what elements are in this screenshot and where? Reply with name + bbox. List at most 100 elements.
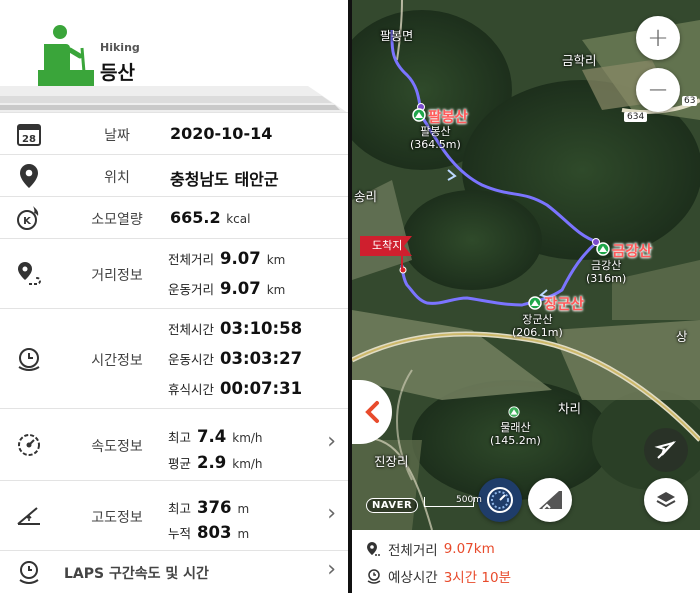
location-value: 충청남도 태안군 bbox=[170, 170, 279, 189]
janggun-name: 장군산 bbox=[522, 313, 553, 326]
route-eta-value: 3시간 10분 bbox=[443, 570, 512, 586]
layers-icon bbox=[656, 492, 676, 508]
location-row: 위치 충청남도 태안군 bbox=[0, 154, 348, 196]
route-distance: 전체거리 9.07km bbox=[366, 539, 495, 559]
mullae-height: (145.2m) bbox=[490, 433, 541, 447]
palbong-height: (364.5m) bbox=[410, 137, 461, 151]
satellite-map[interactable]: 도착지 팔봉산 금강산 장군산 팔봉면 금학리 송리 차리 진장리 상 팔봉산 … bbox=[352, 0, 700, 530]
calories-unit: kcal bbox=[226, 212, 251, 226]
time-total-label: 전체시간 bbox=[168, 322, 215, 337]
map-label-top: 팔봉면 bbox=[380, 29, 414, 43]
zoom-in-button[interactable]: + bbox=[636, 16, 680, 60]
distance-move-value: 9.07 bbox=[220, 279, 261, 298]
calories-row: K 소모열량 665.2 kcal bbox=[0, 196, 348, 238]
palbong-small-label: 팔봉산 (364.5m) bbox=[410, 125, 461, 151]
speed-avg-value: 2.9 bbox=[197, 453, 227, 472]
altitude-cum-label: 누적 bbox=[168, 526, 192, 541]
calories-value-group: 665.2 kcal bbox=[170, 208, 250, 227]
mullae-name: 물래산 bbox=[500, 421, 531, 434]
map-label-geumhak: 금학리 bbox=[562, 53, 597, 68]
laps-row[interactable]: LAPS 구간속도 및 시간 › bbox=[0, 550, 348, 593]
calorie-flame-icon: K bbox=[14, 203, 44, 233]
svg-text:K: K bbox=[23, 216, 32, 227]
distance-total-unit: km bbox=[266, 253, 286, 267]
chevron-left-icon bbox=[365, 401, 379, 423]
time-move-value: 03:03:27 bbox=[220, 349, 303, 368]
speed-gauge-button[interactable] bbox=[478, 478, 522, 522]
distance-move-unit: km bbox=[266, 283, 286, 297]
map-label-jinjang: 진장리 bbox=[374, 454, 409, 469]
altitude-cum-value: 803 bbox=[197, 523, 232, 542]
peak-label-palbong: 팔봉산 bbox=[428, 110, 469, 126]
route-pin-icon bbox=[367, 542, 380, 556]
map-label-chari: 차리 bbox=[558, 401, 582, 416]
geumgang-name: 금강산 bbox=[590, 259, 622, 272]
elevation-icon bbox=[539, 491, 562, 510]
distance-row: 거리정보 전체거리 9.07 km 운동거리 9.07 km bbox=[0, 238, 348, 308]
altitude-cum-unit: m bbox=[237, 527, 250, 541]
laps-clock-icon bbox=[14, 557, 44, 587]
calendar-icon: 28 bbox=[14, 119, 44, 149]
chevron-right-icon[interactable]: › bbox=[327, 557, 336, 582]
mountain-marker-icon bbox=[596, 242, 610, 256]
elevation-icon bbox=[14, 501, 44, 531]
speed-max-value: 7.4 bbox=[197, 427, 227, 446]
route-map-panel: 도착지 팔봉산 금강산 장군산 팔봉면 금학리 송리 차리 진장리 상 팔봉산 … bbox=[352, 0, 700, 593]
map-label-songri: 송리 bbox=[354, 189, 378, 204]
time-row: 시간정보 전체시간 03:10:58 운동시간 03:03:27 휴식시간 00… bbox=[0, 308, 348, 408]
route-pin-icon bbox=[14, 259, 44, 289]
elevation-button[interactable] bbox=[528, 478, 572, 522]
finish-flag-label: 도착지 bbox=[372, 239, 403, 252]
calories-value: 665.2 bbox=[170, 208, 221, 227]
clock-icon bbox=[367, 569, 381, 584]
speedometer-icon bbox=[14, 430, 44, 460]
laps-label: LAPS 구간속도 및 시간 bbox=[64, 566, 209, 582]
date-label: 날짜 bbox=[104, 128, 130, 144]
header-stripe bbox=[0, 86, 348, 113]
activity-title: 등산 bbox=[100, 62, 135, 84]
route-info-bar: 전체거리 9.07km 예상시간 3시간 10분 bbox=[352, 530, 700, 593]
route-distance-label: 전체거리 bbox=[388, 543, 438, 559]
altitude-row[interactable]: 고도정보 최고 376 m 누적 803 m › bbox=[0, 480, 348, 550]
distance-move-label: 운동거리 bbox=[168, 282, 215, 297]
speed-row[interactable]: 속도정보 최고 7.4 km/h 평균 2.9 km/h › bbox=[0, 408, 348, 480]
distance-total-value: 9.07 bbox=[220, 249, 261, 268]
calendar-day: 28 bbox=[22, 134, 36, 145]
speedometer-icon bbox=[487, 487, 513, 513]
calories-label: 소모열량 bbox=[91, 212, 143, 228]
distance-total: 전체거리 9.07 km bbox=[168, 249, 285, 268]
zoom-out-button[interactable]: − bbox=[636, 68, 680, 112]
route-eta: 예상시간 3시간 10분 bbox=[366, 566, 511, 586]
chevron-right-icon[interactable]: › bbox=[327, 429, 336, 454]
speed-label: 속도정보 bbox=[91, 439, 143, 455]
altitude-max-value: 376 bbox=[197, 498, 232, 517]
geumgang-small-label: 금강산 (316m) bbox=[586, 259, 627, 285]
distance-move: 운동거리 9.07 km bbox=[168, 279, 285, 298]
activity-category: Hiking bbox=[100, 41, 140, 54]
location-off-button[interactable] bbox=[644, 428, 688, 472]
distance-total-label: 전체거리 bbox=[168, 252, 215, 267]
location-label: 위치 bbox=[104, 170, 130, 186]
activity-summary-panel: Hiking 등산 28 날짜 2020-10-14 위치 충청남도 태안군 K… bbox=[0, 0, 348, 593]
altitude-max: 최고 376 m bbox=[168, 498, 249, 517]
route-eta-label: 예상시간 bbox=[388, 570, 438, 586]
date-row: 28 날짜 2020-10-14 bbox=[0, 112, 348, 154]
speed-max: 최고 7.4 km/h bbox=[168, 427, 263, 446]
map-scale-label: 500m bbox=[456, 495, 482, 505]
map-layers-button[interactable] bbox=[644, 478, 688, 522]
navigation-off-icon bbox=[654, 441, 677, 459]
geumgang-height: (316m) bbox=[586, 271, 627, 285]
peak-label-geumgang: 금강산 bbox=[612, 244, 653, 260]
speed-max-label: 최고 bbox=[168, 430, 192, 445]
speed-avg: 평균 2.9 km/h bbox=[168, 453, 263, 472]
speed-max-unit: km/h bbox=[232, 431, 263, 445]
altitude-cum: 누적 803 m bbox=[168, 523, 249, 542]
speed-avg-unit: km/h bbox=[232, 457, 263, 471]
peak-label-janggun: 장군산 bbox=[544, 297, 585, 313]
mountain-marker-icon bbox=[508, 406, 520, 418]
time-rest-label: 휴식시간 bbox=[168, 382, 215, 397]
activity-header: Hiking 등산 bbox=[0, 0, 348, 113]
chevron-right-icon[interactable]: › bbox=[327, 501, 336, 526]
janggun-small-label: 장군산 (206.1m) bbox=[512, 313, 563, 339]
clock-icon bbox=[14, 344, 44, 374]
